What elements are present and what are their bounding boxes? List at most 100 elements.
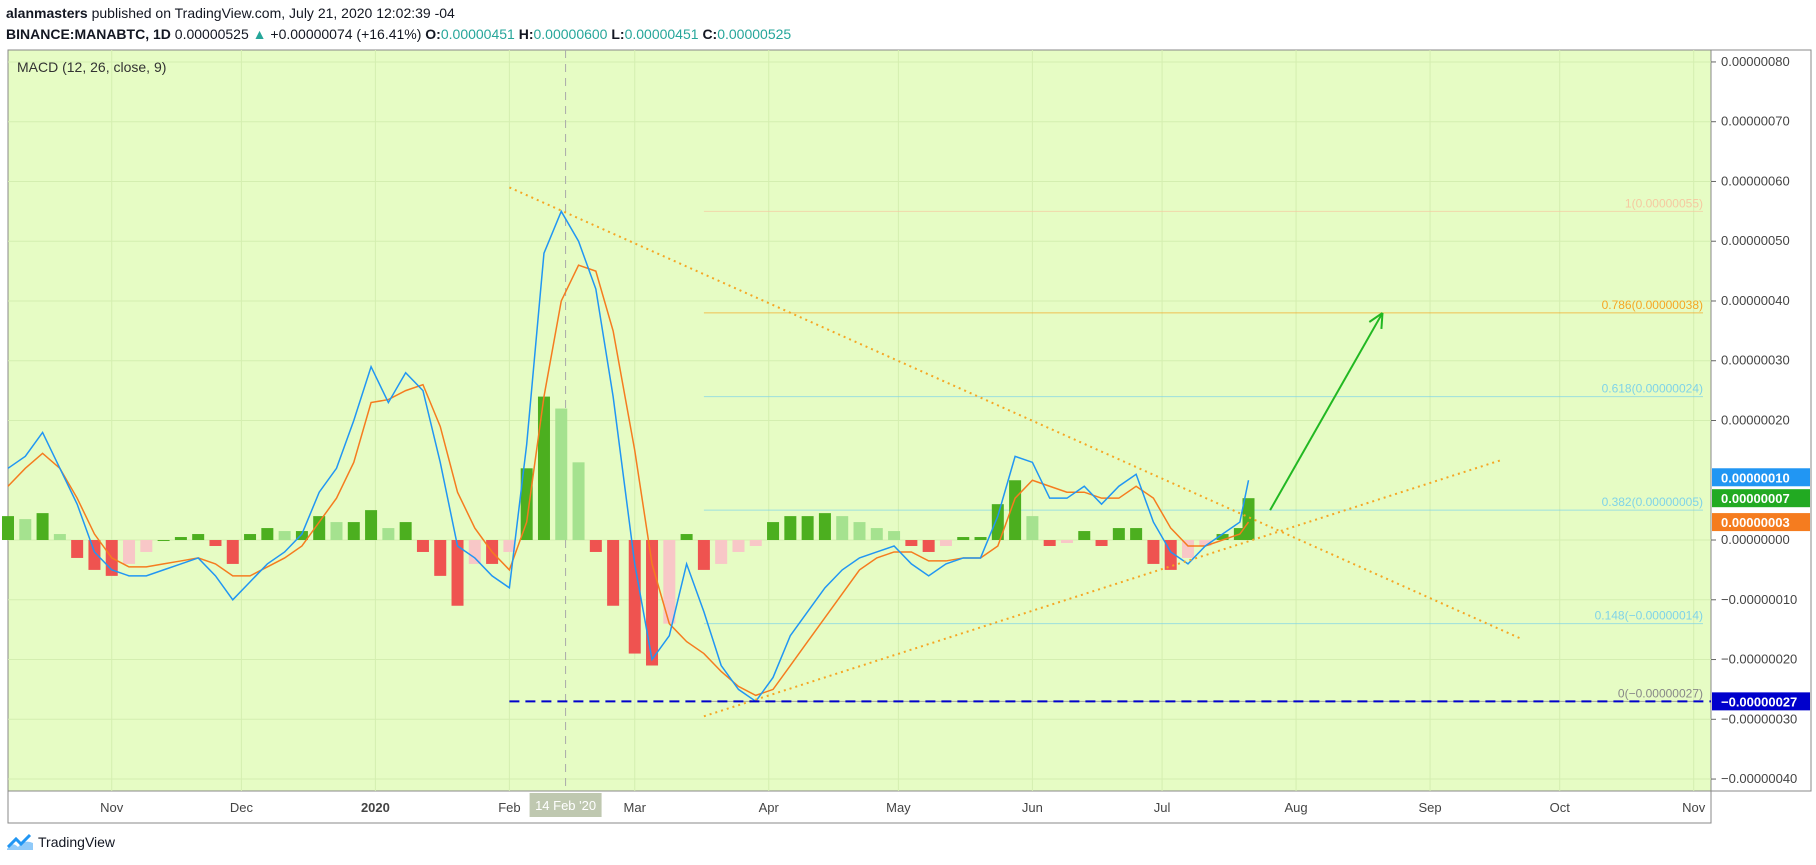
price-tick-label: 0.00000080 [1721, 54, 1790, 69]
histogram-bar [818, 513, 831, 541]
fib-level-label: 0.618(0.00000024) [1602, 382, 1703, 396]
histogram-bar [451, 540, 464, 606]
time-tick-label: Nov [1682, 800, 1706, 815]
time-tick-label: Jul [1154, 800, 1171, 815]
histogram-bar [646, 540, 659, 666]
histogram-bar [957, 537, 970, 541]
tradingview-brand[interactable]: TradingView [38, 834, 115, 850]
histogram-bar [767, 522, 780, 541]
fib-level-label: 1(0.00000055) [1625, 196, 1703, 210]
fib-level-label: 0.148(−0.00000014) [1595, 609, 1703, 623]
histogram-bar [589, 540, 602, 552]
price-tick-label: 0.00000040 [1721, 293, 1790, 308]
histogram-bar [140, 540, 153, 552]
histogram-bar [192, 534, 205, 541]
price-tick-label: 0.00000000 [1721, 532, 1790, 547]
histogram-bar [382, 528, 395, 541]
histogram-bar [1242, 498, 1255, 541]
histogram-bar [870, 528, 883, 541]
price-label-text: 0.00000010 [1721, 470, 1790, 485]
histogram-bar [732, 540, 745, 552]
macd-chart[interactable]: 1(0.00000055) 0.786(0.00000038) 0.618(0.00… [0, 0, 1816, 865]
histogram-bar [801, 516, 814, 541]
histogram-bar [974, 537, 987, 541]
price-tick-label: −0.00000020 [1721, 652, 1797, 667]
time-tick-label: Nov [100, 800, 124, 815]
time-tick-label: Oct [1550, 800, 1571, 815]
histogram-bar [174, 537, 187, 541]
fib-level-label: 0.786(0.00000038) [1602, 298, 1703, 312]
time-tick-label: Dec [230, 800, 254, 815]
histogram-bar [209, 540, 222, 546]
price-tick-label: 0.00000060 [1721, 173, 1790, 188]
time-tick-label: Apr [759, 800, 780, 815]
histogram-bar [468, 540, 481, 564]
histogram-bar [88, 540, 101, 570]
histogram-bar [123, 540, 136, 564]
histogram-bar [537, 396, 550, 541]
histogram-bar [555, 408, 568, 541]
histogram-bar [784, 516, 797, 541]
histogram-bar [905, 540, 918, 546]
histogram-bar [836, 516, 849, 541]
histogram-bar [416, 540, 429, 552]
histogram-bar [399, 522, 412, 541]
time-tick-label: Mar [624, 800, 647, 815]
histogram-bar [1078, 531, 1091, 541]
histogram-bar [1026, 516, 1039, 541]
time-tick-label: Feb [498, 800, 520, 815]
histogram-bar [922, 540, 935, 552]
price-label-text: 0.00000003 [1721, 515, 1790, 530]
histogram-bar [607, 540, 620, 606]
tradingview-logo-icon[interactable] [6, 833, 34, 851]
histogram-bar [261, 528, 274, 541]
time-tick-label: May [886, 800, 911, 815]
histogram-bar [749, 540, 762, 546]
footer: TradingView [6, 833, 115, 851]
price-label-text: −0.00000027 [1721, 694, 1797, 709]
histogram-bar [888, 531, 901, 541]
arrow-head [1380, 312, 1384, 329]
price-label-text: 0.00000007 [1721, 491, 1790, 506]
histogram-bar [697, 540, 710, 570]
histogram-bar [36, 513, 49, 541]
histogram-bar [19, 519, 32, 541]
histogram-bar [330, 522, 343, 541]
histogram-bar [1112, 528, 1125, 541]
histogram-bar [715, 540, 728, 564]
histogram-bar [2, 516, 14, 541]
histogram-bar [1060, 540, 1073, 544]
histogram-bar [71, 540, 84, 558]
price-tick-label: −0.00000010 [1721, 592, 1797, 607]
price-tick-label: 0.00000020 [1721, 413, 1790, 428]
histogram-bar [1043, 540, 1056, 546]
histogram-bar [572, 462, 585, 541]
histogram-bar [53, 534, 66, 541]
histogram-bar [1130, 528, 1143, 541]
histogram-bar [244, 534, 257, 541]
time-axis[interactable] [7, 790, 1712, 824]
histogram-bar [1095, 540, 1108, 546]
histogram-bar [278, 531, 291, 541]
price-tick-label: 0.00000050 [1721, 233, 1790, 248]
time-tick-label: 2020 [361, 800, 390, 815]
histogram-bar [853, 522, 866, 541]
time-tick-label: Aug [1284, 800, 1307, 815]
histogram-bar [628, 540, 641, 654]
price-tick-label: 0.00000030 [1721, 353, 1790, 368]
fib-level-label: 0(−0.00000027) [1618, 686, 1703, 700]
price-tick-label: −0.00000040 [1721, 771, 1797, 786]
crosshair-date: 14 Feb '20 [529, 793, 602, 817]
crosshair-date-text: 14 Feb '20 [535, 798, 596, 813]
indicator-title[interactable]: MACD (12, 26, close, 9) [17, 59, 166, 75]
price-tick-label: 0.00000070 [1721, 114, 1790, 129]
histogram-bar [434, 540, 447, 576]
price-tick-label: −0.00000030 [1721, 711, 1797, 726]
histogram-bar [157, 540, 170, 542]
histogram-bar [1147, 540, 1160, 564]
histogram-bar [939, 540, 952, 546]
time-tick-label: Sep [1418, 800, 1441, 815]
histogram-bar [680, 534, 693, 541]
fib-level-label: 0.382(0.00000005) [1602, 495, 1703, 509]
histogram-bar [347, 522, 360, 541]
